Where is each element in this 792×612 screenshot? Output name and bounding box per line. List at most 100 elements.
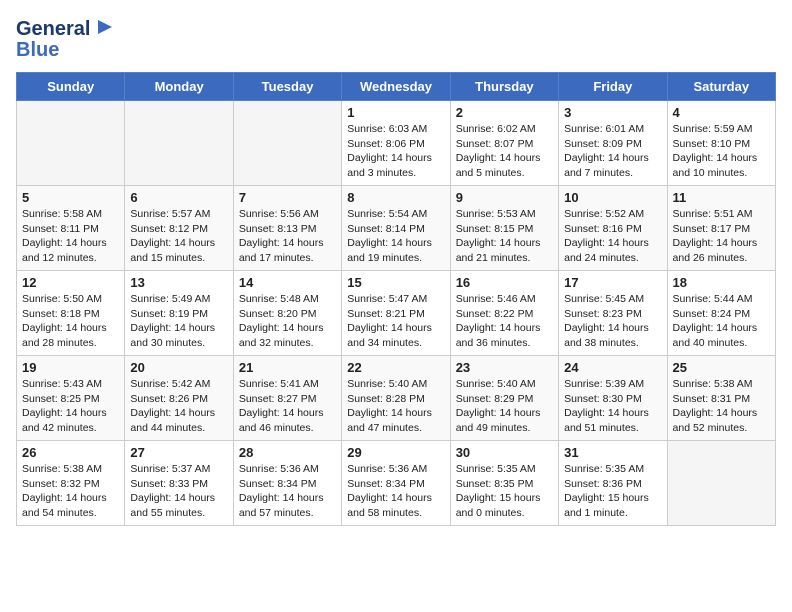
day-info: Sunrise: 6:02 AMSunset: 8:07 PMDaylight:… bbox=[456, 122, 553, 181]
day-number: 8 bbox=[347, 190, 444, 205]
day-info: Sunrise: 5:50 AMSunset: 8:18 PMDaylight:… bbox=[22, 292, 119, 351]
day-info: Sunrise: 6:01 AMSunset: 8:09 PMDaylight:… bbox=[564, 122, 661, 181]
day-info: Sunrise: 5:38 AMSunset: 8:31 PMDaylight:… bbox=[673, 377, 770, 436]
day-info: Sunrise: 5:51 AMSunset: 8:17 PMDaylight:… bbox=[673, 207, 770, 266]
day-info: Sunrise: 5:40 AMSunset: 8:29 PMDaylight:… bbox=[456, 377, 553, 436]
day-info: Sunrise: 5:35 AMSunset: 8:35 PMDaylight:… bbox=[456, 462, 553, 521]
day-number: 31 bbox=[564, 445, 661, 460]
day-number: 25 bbox=[673, 360, 770, 375]
week-row-4: 19Sunrise: 5:43 AMSunset: 8:25 PMDayligh… bbox=[17, 356, 776, 441]
day-number: 14 bbox=[239, 275, 336, 290]
calendar-cell: 5Sunrise: 5:58 AMSunset: 8:11 PMDaylight… bbox=[17, 186, 125, 271]
day-info: Sunrise: 5:48 AMSunset: 8:20 PMDaylight:… bbox=[239, 292, 336, 351]
calendar-cell: 21Sunrise: 5:41 AMSunset: 8:27 PMDayligh… bbox=[233, 356, 341, 441]
calendar-cell: 13 Sunrise: 5:49 AMSunset: 8:19 PMDayligh… bbox=[125, 271, 233, 356]
day-info: Sunrise: 5:45 AMSunset: 8:23 PMDaylight:… bbox=[564, 292, 661, 351]
day-number: 24 bbox=[564, 360, 661, 375]
weekday-header-thursday: Thursday bbox=[450, 73, 558, 101]
day-info: Sunrise: 5:49 AMSunset: 8:19 PMDaylight:… bbox=[130, 292, 227, 351]
calendar-cell: 29 Sunrise: 5:36 AMSunset: 8:34 PMDayligh… bbox=[342, 441, 450, 526]
weekday-header-friday: Friday bbox=[559, 73, 667, 101]
day-info: Sunrise: 5:52 AMSunset: 8:16 PMDaylight:… bbox=[564, 207, 661, 266]
day-info: Sunrise: 5:59 AMSunset: 8:10 PMDaylight:… bbox=[673, 122, 770, 181]
calendar-cell: 10 Sunrise: 5:52 AMSunset: 8:16 PMDayligh… bbox=[559, 186, 667, 271]
weekday-header-monday: Monday bbox=[125, 73, 233, 101]
calendar-cell: 20 Sunrise: 5:42 AMSunset: 8:26 PMDayligh… bbox=[125, 356, 233, 441]
week-row-5: 26 Sunrise: 5:38 AMSunset: 8:32 PMDayligh… bbox=[17, 441, 776, 526]
header: General Blue bbox=[16, 16, 776, 62]
logo-blue: Blue bbox=[16, 39, 59, 62]
calendar-cell: 6 Sunrise: 5:57 AMSunset: 8:12 PMDaylight… bbox=[125, 186, 233, 271]
day-info: Sunrise: 5:43 AMSunset: 8:25 PMDaylight:… bbox=[22, 377, 119, 436]
calendar-cell: 24 Sunrise: 5:39 AMSunset: 8:30 PMDayligh… bbox=[559, 356, 667, 441]
weekday-header-sunday: Sunday bbox=[17, 73, 125, 101]
calendar-cell: 27 Sunrise: 5:37 AMSunset: 8:33 PMDayligh… bbox=[125, 441, 233, 526]
day-number: 28 bbox=[239, 445, 336, 460]
calendar-cell: 4Sunrise: 5:59 AMSunset: 8:10 PMDaylight… bbox=[667, 101, 775, 186]
calendar-cell bbox=[125, 101, 233, 186]
calendar-cell: 9 Sunrise: 5:53 AMSunset: 8:15 PMDaylight… bbox=[450, 186, 558, 271]
weekday-header-wednesday: Wednesday bbox=[342, 73, 450, 101]
day-number: 26 bbox=[22, 445, 119, 460]
calendar-cell: 11Sunrise: 5:51 AMSunset: 8:17 PMDayligh… bbox=[667, 186, 775, 271]
calendar-cell bbox=[17, 101, 125, 186]
calendar-cell bbox=[233, 101, 341, 186]
logo: General Blue bbox=[16, 16, 116, 62]
day-info: Sunrise: 5:44 AMSunset: 8:24 PMDaylight:… bbox=[673, 292, 770, 351]
week-row-3: 12 Sunrise: 5:50 AMSunset: 8:18 PMDayligh… bbox=[17, 271, 776, 356]
calendar-cell bbox=[667, 441, 775, 526]
calendar-cell: 1 Sunrise: 6:03 AMSunset: 8:06 PMDaylight… bbox=[342, 101, 450, 186]
calendar-cell: 23 Sunrise: 5:40 AMSunset: 8:29 PMDayligh… bbox=[450, 356, 558, 441]
day-number: 1 bbox=[347, 105, 444, 120]
day-info: Sunrise: 5:46 AMSunset: 8:22 PMDaylight:… bbox=[456, 292, 553, 351]
weekday-header-tuesday: Tuesday bbox=[233, 73, 341, 101]
day-number: 15 bbox=[347, 275, 444, 290]
day-info: Sunrise: 6:03 AMSunset: 8:06 PMDaylight:… bbox=[347, 122, 444, 181]
day-number: 23 bbox=[456, 360, 553, 375]
day-number: 27 bbox=[130, 445, 227, 460]
day-info: Sunrise: 5:57 AMSunset: 8:12 PMDaylight:… bbox=[130, 207, 227, 266]
day-info: Sunrise: 5:42 AMSunset: 8:26 PMDaylight:… bbox=[130, 377, 227, 436]
day-info: Sunrise: 5:53 AMSunset: 8:15 PMDaylight:… bbox=[456, 207, 553, 266]
week-row-1: 1 Sunrise: 6:03 AMSunset: 8:06 PMDaylight… bbox=[17, 101, 776, 186]
day-info: Sunrise: 5:39 AMSunset: 8:30 PMDaylight:… bbox=[564, 377, 661, 436]
calendar-cell: 2 Sunrise: 6:02 AMSunset: 8:07 PMDaylight… bbox=[450, 101, 558, 186]
week-row-2: 5Sunrise: 5:58 AMSunset: 8:11 PMDaylight… bbox=[17, 186, 776, 271]
day-number: 30 bbox=[456, 445, 553, 460]
day-number: 13 bbox=[130, 275, 227, 290]
day-number: 2 bbox=[456, 105, 553, 120]
day-number: 3 bbox=[564, 105, 661, 120]
day-number: 18 bbox=[673, 275, 770, 290]
calendar-cell: 17 Sunrise: 5:45 AMSunset: 8:23 PMDayligh… bbox=[559, 271, 667, 356]
day-number: 16 bbox=[456, 275, 553, 290]
day-number: 6 bbox=[130, 190, 227, 205]
day-number: 17 bbox=[564, 275, 661, 290]
calendar-cell: 3 Sunrise: 6:01 AMSunset: 8:09 PMDaylight… bbox=[559, 101, 667, 186]
calendar-cell: 31 Sunrise: 5:35 AMSunset: 8:36 PMDayligh… bbox=[559, 441, 667, 526]
calendar-cell: 15 Sunrise: 5:47 AMSunset: 8:21 PMDayligh… bbox=[342, 271, 450, 356]
day-info: Sunrise: 5:58 AMSunset: 8:11 PMDaylight:… bbox=[22, 207, 119, 266]
day-info: Sunrise: 5:35 AMSunset: 8:36 PMDaylight:… bbox=[564, 462, 661, 521]
logo-arrow-icon bbox=[94, 16, 116, 43]
day-number: 29 bbox=[347, 445, 444, 460]
calendar-cell: 28 Sunrise: 5:36 AMSunset: 8:34 PMDayligh… bbox=[233, 441, 341, 526]
calendar-cell: 18 Sunrise: 5:44 AMSunset: 8:24 PMDayligh… bbox=[667, 271, 775, 356]
day-info: Sunrise: 5:56 AMSunset: 8:13 PMDaylight:… bbox=[239, 207, 336, 266]
day-info: Sunrise: 5:37 AMSunset: 8:33 PMDaylight:… bbox=[130, 462, 227, 521]
day-info: Sunrise: 5:47 AMSunset: 8:21 PMDaylight:… bbox=[347, 292, 444, 351]
day-info: Sunrise: 5:40 AMSunset: 8:28 PMDaylight:… bbox=[347, 377, 444, 436]
weekday-header-saturday: Saturday bbox=[667, 73, 775, 101]
calendar-cell: 8 Sunrise: 5:54 AMSunset: 8:14 PMDaylight… bbox=[342, 186, 450, 271]
calendar-cell: 26 Sunrise: 5:38 AMSunset: 8:32 PMDayligh… bbox=[17, 441, 125, 526]
calendar-cell: 19Sunrise: 5:43 AMSunset: 8:25 PMDayligh… bbox=[17, 356, 125, 441]
day-info: Sunrise: 5:38 AMSunset: 8:32 PMDaylight:… bbox=[22, 462, 119, 521]
calendar-cell: 30 Sunrise: 5:35 AMSunset: 8:35 PMDayligh… bbox=[450, 441, 558, 526]
day-number: 20 bbox=[130, 360, 227, 375]
day-number: 10 bbox=[564, 190, 661, 205]
day-number: 9 bbox=[456, 190, 553, 205]
day-number: 12 bbox=[22, 275, 119, 290]
day-info: Sunrise: 5:36 AMSunset: 8:34 PMDaylight:… bbox=[347, 462, 444, 521]
day-info: Sunrise: 5:54 AMSunset: 8:14 PMDaylight:… bbox=[347, 207, 444, 266]
day-info: Sunrise: 5:36 AMSunset: 8:34 PMDaylight:… bbox=[239, 462, 336, 521]
day-number: 7 bbox=[239, 190, 336, 205]
